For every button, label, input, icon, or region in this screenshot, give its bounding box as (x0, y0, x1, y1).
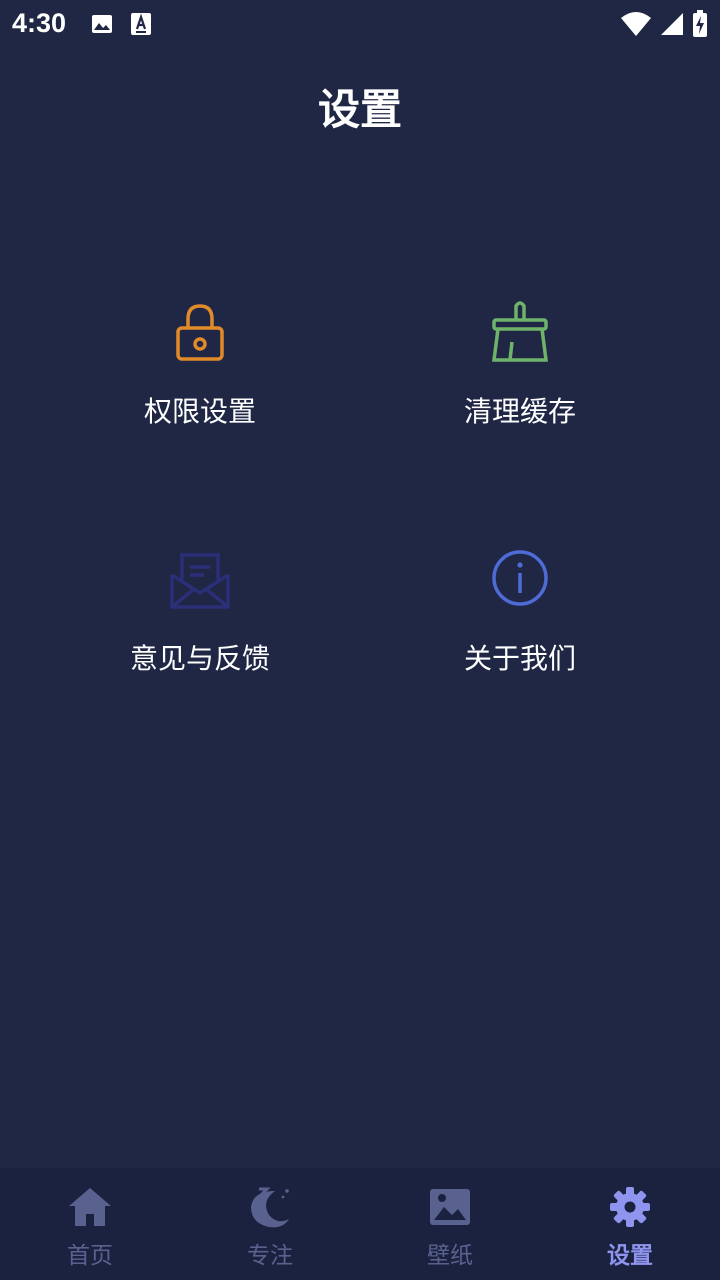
bottom-nav: 首页 专注 壁纸 设置 (0, 1168, 720, 1280)
clear-cache-item[interactable]: 清理缓存 (400, 298, 640, 438)
status-time: 4:30 (12, 8, 67, 38)
status-bar: 4:30 (0, 0, 720, 50)
mail-open-icon (168, 547, 232, 613)
wifi-icon (620, 11, 652, 41)
about-us-label: 关于我们 (463, 642, 576, 675)
gear-icon (608, 1185, 652, 1233)
page-title: 设置 (317, 85, 402, 134)
status-system-icons (620, 10, 708, 42)
status-notification-icons (90, 12, 152, 40)
keyboard-notification-icon (130, 12, 152, 40)
lock-icon (172, 299, 228, 367)
nav-label-focus: 专注 (247, 1243, 293, 1269)
nav-label-home: 首页 (67, 1243, 113, 1269)
nav-item-wallpaper[interactable]: 壁纸 (360, 1168, 540, 1280)
about-us-item[interactable]: 关于我们 (400, 545, 640, 685)
info-icon (490, 548, 550, 612)
gallery-notification-icon (90, 12, 114, 40)
broom-icon (490, 298, 550, 368)
nav-item-home[interactable]: 首页 (0, 1168, 180, 1280)
home-icon (67, 1186, 113, 1232)
nav-item-focus[interactable]: 专注 (180, 1168, 360, 1280)
signal-icon (660, 11, 684, 41)
nav-label-settings: 设置 (607, 1243, 653, 1269)
nav-label-wallpaper: 壁纸 (427, 1243, 473, 1269)
battery-charging-icon (692, 10, 708, 42)
moon-icon (247, 1185, 293, 1233)
feedback-item[interactable]: 意见与反馈 (80, 545, 320, 685)
image-icon (428, 1187, 472, 1231)
nav-item-settings[interactable]: 设置 (540, 1168, 720, 1280)
permission-settings-item[interactable]: 权限设置 (80, 298, 320, 438)
feedback-label: 意见与反馈 (129, 642, 270, 675)
permission-settings-label: 权限设置 (143, 395, 256, 428)
clear-cache-label: 清理缓存 (463, 395, 576, 428)
